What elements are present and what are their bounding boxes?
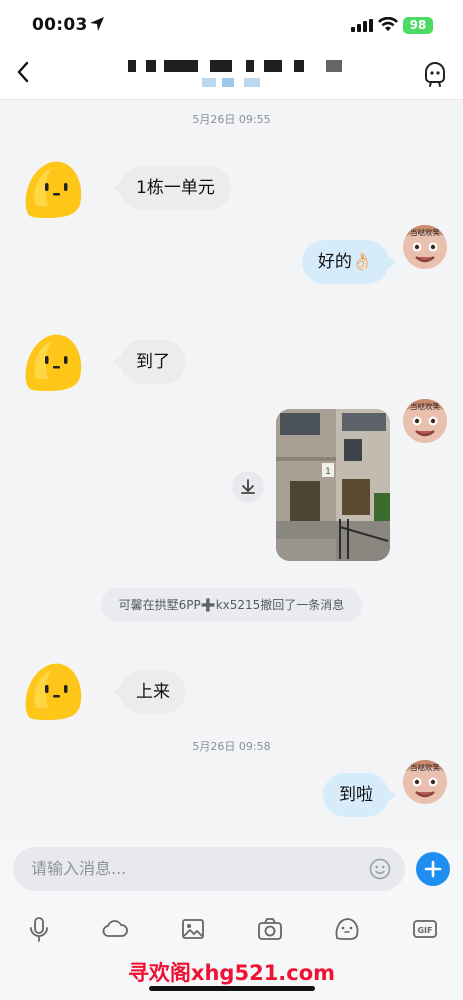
contact-name-redacted [128, 56, 348, 96]
download-icon [241, 479, 255, 494]
my-avatar[interactable]: 当哒欢笑 [403, 399, 447, 443]
avatar-caption: 当哒欢笑 [410, 227, 440, 237]
battery-indicator: 98 [403, 17, 433, 34]
incoming-message[interactable]: 上来 [113, 670, 186, 714]
microphone-icon[interactable] [25, 915, 53, 943]
location-arrow-icon [90, 17, 104, 31]
composer-toolbar: GIF [0, 915, 463, 945]
wifi-icon [378, 17, 398, 31]
incoming-message[interactable]: 1栋一单元 [113, 166, 231, 210]
emoji-icon[interactable] [369, 858, 391, 880]
plus-icon [424, 860, 442, 878]
gif-icon[interactable]: GIF [411, 915, 439, 943]
message-list[interactable]: 5月26日 09:55 1栋一单元 好的👌🏻 当哒欢笑 到了 1 当哒欢笑 可馨… [0, 100, 463, 840]
outgoing-message[interactable]: 好的👌🏻 [301, 240, 397, 284]
timestamp: 5月26日 09:58 [192, 740, 271, 753]
timestamp: 5月26日 09:55 [192, 113, 271, 126]
avatar-caption: 当哒欢笑 [410, 401, 440, 411]
my-avatar[interactable]: 当哒欢笑 [403, 760, 447, 804]
watermark: 寻欢阁xhg521.com [127, 961, 336, 985]
message-input-placeholder: 请输入消息... [31, 859, 127, 878]
message-input[interactable]: 请输入消息... [13, 847, 405, 891]
contact-avatar[interactable] [22, 333, 86, 393]
incoming-message[interactable]: 到了 [113, 340, 186, 384]
status-bar: 00:03 98 [0, 0, 463, 46]
gif-label: GIF [417, 926, 432, 935]
back-chevron-icon[interactable] [12, 58, 36, 86]
building-number-sign: 1 [325, 467, 331, 477]
avatar-caption: 当哒欢笑 [410, 762, 440, 772]
photo-message[interactable]: 1 [276, 409, 390, 561]
status-time: 00:03 [32, 15, 88, 35]
contact-avatar[interactable] [22, 662, 86, 722]
emoji-sticker-icon[interactable] [333, 915, 361, 943]
download-button[interactable] [232, 471, 264, 503]
cloud-icon[interactable] [101, 915, 129, 943]
composer: 请输入消息... GIF 寻欢阁xhg521.com [0, 840, 463, 1000]
outgoing-message[interactable]: 到啦 [323, 773, 396, 817]
chat-header [0, 46, 463, 100]
image-icon[interactable] [179, 915, 207, 943]
home-indicator[interactable] [149, 986, 315, 991]
cellular-signal-icon [351, 19, 373, 32]
recall-notice: 可馨在拱墅6PP➕kx5215撤回了一条消息 [101, 588, 362, 622]
my-avatar[interactable]: 当哒欢笑 [403, 225, 447, 269]
robot-profile-icon[interactable] [422, 59, 448, 87]
contact-avatar[interactable] [22, 160, 86, 220]
camera-icon[interactable] [256, 915, 284, 943]
more-button[interactable] [416, 852, 450, 886]
